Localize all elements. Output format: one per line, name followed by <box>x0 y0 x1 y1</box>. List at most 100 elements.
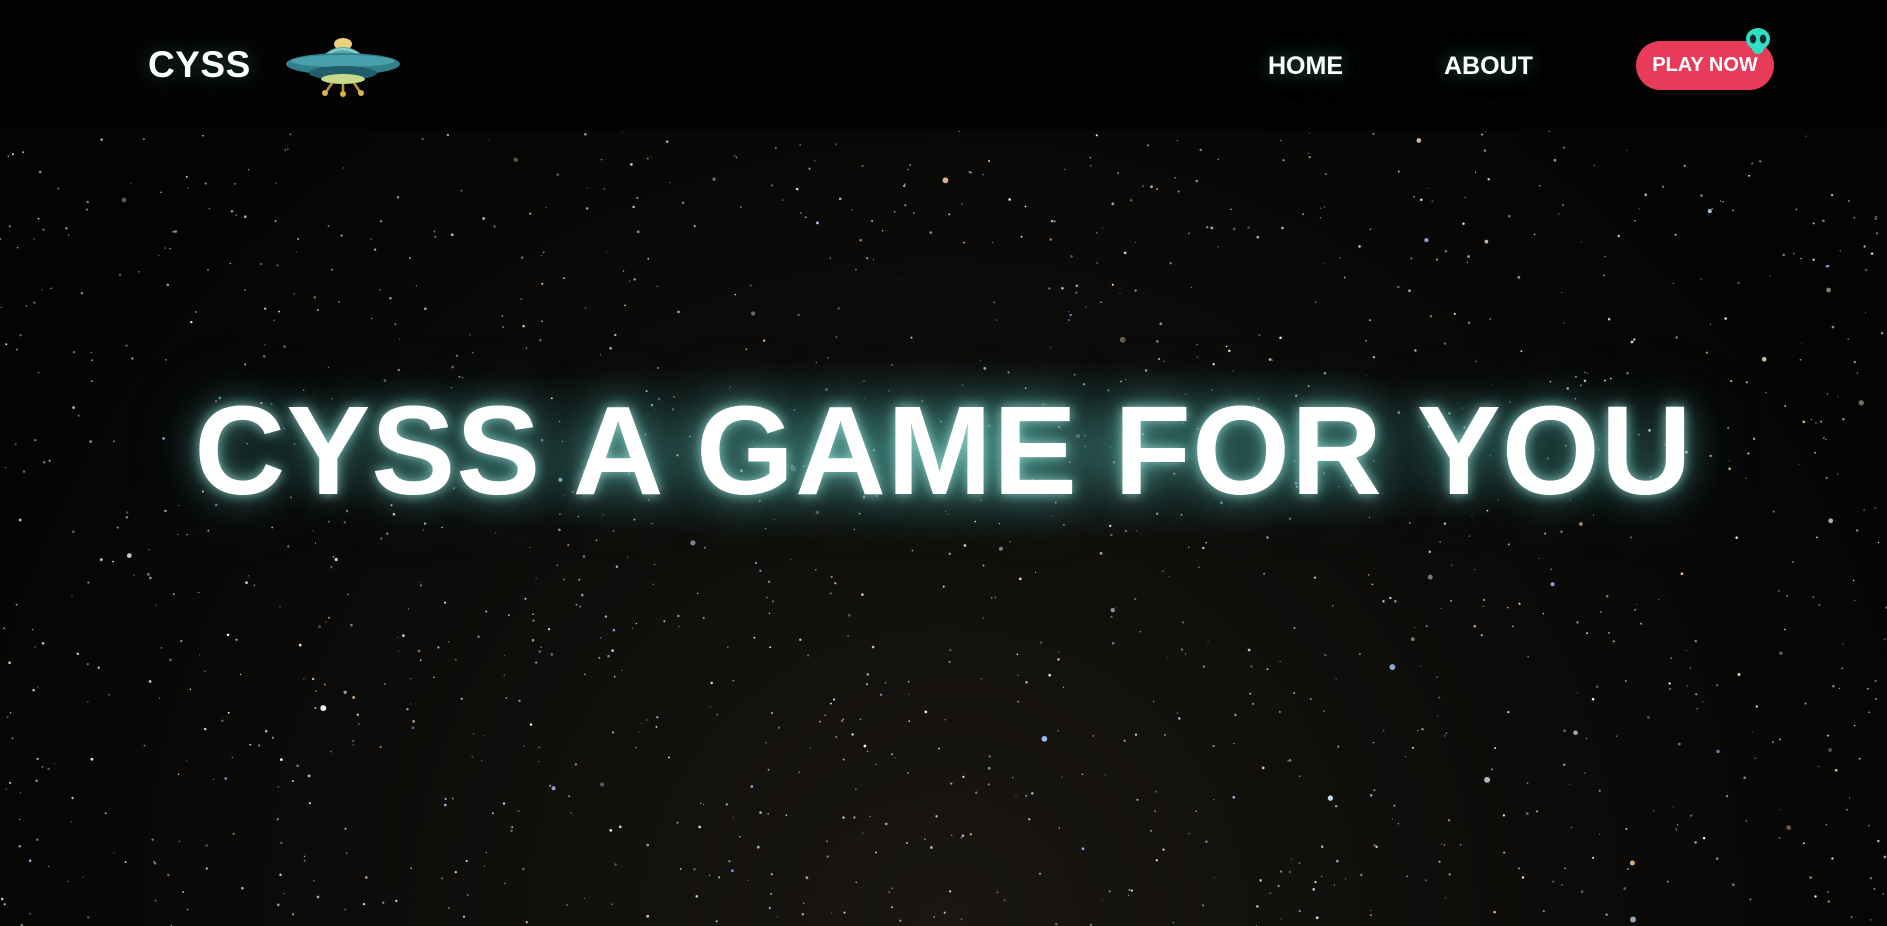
nav-home-link[interactable]: HOME <box>1268 52 1343 81</box>
star <box>1159 322 1163 326</box>
star <box>1360 873 1363 877</box>
star <box>1081 847 1085 851</box>
star <box>725 803 728 806</box>
star <box>924 710 928 714</box>
star <box>208 208 210 210</box>
star <box>1576 621 1579 624</box>
star <box>960 918 963 920</box>
star <box>1694 639 1697 643</box>
star <box>239 673 242 676</box>
star <box>678 625 680 628</box>
star <box>1369 319 1371 322</box>
star <box>1512 625 1514 628</box>
star <box>9 781 12 784</box>
star <box>805 876 809 880</box>
star <box>76 652 80 655</box>
star <box>313 296 317 299</box>
star <box>1205 541 1208 544</box>
star <box>830 912 832 914</box>
star <box>1882 893 1885 895</box>
star <box>1562 204 1564 206</box>
star <box>636 230 640 234</box>
star <box>330 268 334 271</box>
star <box>1726 795 1729 798</box>
star <box>485 610 488 613</box>
star <box>1315 916 1319 920</box>
star <box>1483 149 1487 152</box>
star <box>65 226 68 230</box>
star <box>1230 208 1232 210</box>
star <box>1089 156 1092 159</box>
star <box>1853 216 1856 219</box>
star <box>910 336 913 339</box>
star <box>1805 135 1807 137</box>
star <box>471 351 474 354</box>
star <box>1258 334 1261 337</box>
star <box>493 225 496 228</box>
nav-about-link[interactable]: ABOUT <box>1444 52 1533 81</box>
star <box>837 307 840 310</box>
star <box>768 906 771 910</box>
star <box>632 205 635 209</box>
star <box>31 628 34 631</box>
star <box>667 756 671 759</box>
star <box>328 616 330 619</box>
star <box>370 238 372 240</box>
star <box>640 722 642 724</box>
star <box>232 832 235 835</box>
star <box>948 890 952 893</box>
star <box>1680 572 1684 576</box>
star <box>1048 673 1052 677</box>
star <box>960 837 963 839</box>
star <box>545 206 547 209</box>
star <box>444 803 447 807</box>
star <box>756 845 760 849</box>
star <box>19 334 22 337</box>
star <box>1217 245 1220 248</box>
star <box>1653 810 1655 812</box>
star <box>652 583 655 586</box>
star <box>511 826 514 829</box>
star <box>1440 607 1442 610</box>
star <box>550 653 554 656</box>
star <box>434 235 437 238</box>
star <box>334 557 338 562</box>
star <box>1164 734 1166 736</box>
star <box>287 545 290 548</box>
star <box>969 833 972 836</box>
star <box>1049 238 1052 241</box>
star <box>1599 611 1602 614</box>
star <box>708 874 711 876</box>
star <box>437 646 440 649</box>
star <box>606 251 608 253</box>
star <box>1615 735 1618 738</box>
star <box>241 886 244 890</box>
star <box>8 661 11 665</box>
star <box>1335 678 1337 680</box>
star <box>112 560 114 563</box>
star <box>987 783 990 786</box>
star <box>303 855 306 858</box>
star <box>1638 208 1640 210</box>
star <box>1101 900 1104 902</box>
star <box>603 188 605 190</box>
star <box>624 304 626 307</box>
star <box>584 673 586 676</box>
star <box>1629 860 1635 866</box>
star <box>16 247 19 249</box>
star <box>104 812 107 815</box>
star <box>130 182 132 184</box>
star <box>1178 717 1181 720</box>
star <box>502 326 505 329</box>
star <box>1625 827 1628 831</box>
star <box>814 160 816 162</box>
star <box>968 170 971 173</box>
brand-name[interactable]: CYSS <box>148 44 251 86</box>
star <box>613 675 616 678</box>
star <box>1336 859 1339 863</box>
star <box>462 915 466 918</box>
star <box>906 842 908 844</box>
star <box>899 919 902 922</box>
star <box>1644 193 1648 197</box>
star <box>1634 219 1636 222</box>
